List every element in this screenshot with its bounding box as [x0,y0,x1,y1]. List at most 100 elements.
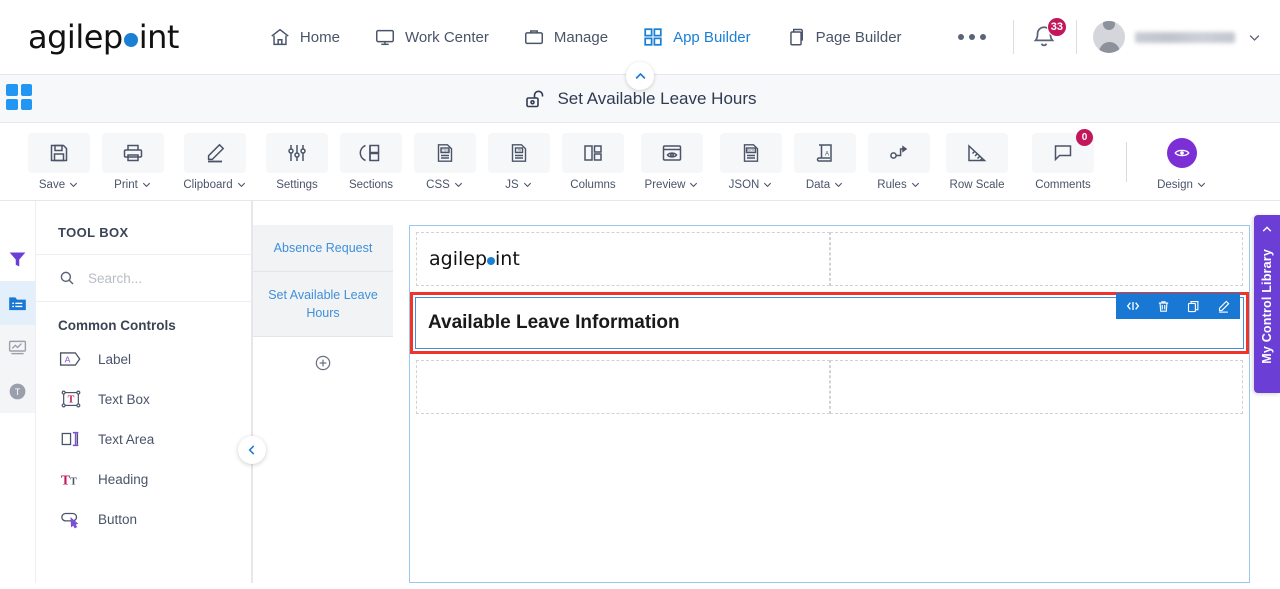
toolbar-label-columns: Columns [570,178,616,191]
svg-text:T: T [61,473,70,488]
svg-text:T: T [70,477,77,488]
my-control-library-tab[interactable]: My Control Library [1254,215,1280,393]
toolbar-label-json: JSON [728,178,760,191]
toolbar-label-preview: Preview [644,178,686,191]
collapse-toolbox-button[interactable] [238,436,266,464]
pages-icon [789,28,803,46]
app-grid-icon[interactable] [6,84,32,110]
heading-text: Available Leave Information [428,312,680,333]
toolbar-print-button[interactable]: Print [100,132,166,191]
toolbar-rules-button[interactable]: Rules [866,132,932,191]
chevron-down-icon [237,182,245,188]
search-input[interactable] [88,270,218,286]
page-tab-absence-request[interactable]: Absence Request [253,225,393,273]
toolbar-settings-button[interactable]: Settings [264,132,330,191]
pencil-icon [207,143,225,162]
toolbar-label-save: Save [38,178,66,191]
toolbox-item-text-box[interactable]: T Text Box [36,379,251,419]
page-tabs-list: Absence Request Set Available Leave Hour… [253,201,393,583]
toolbar-preview-button[interactable]: Preview [634,132,710,191]
folder-list-icon [9,296,26,310]
rail-item-text[interactable]: T [0,369,35,413]
canvas-cell-empty-1[interactable] [829,232,1243,286]
nav-item-manage[interactable]: Manage [523,26,608,48]
user-name-label [1135,31,1235,43]
form-canvas[interactable]: agilep int Available Leave Information [409,225,1250,583]
toolbox-title: TOOL BOX [36,201,251,255]
rail-item-charts[interactable] [0,325,35,369]
rail-item-toolbox[interactable] [0,281,35,325]
svg-text:A: A [65,354,71,364]
toolbar-row-scale-button[interactable]: Row Scale [940,132,1014,191]
move-handle-icon[interactable] [1118,293,1148,319]
nav-label-page-builder: Page Builder [815,28,902,46]
toolbox-item-label[interactable]: A Label [36,339,251,379]
collapse-header-button[interactable] [626,62,654,90]
app-builder-screen: agilep int Home Work Center Manage App B… [0,0,1280,589]
nav-item-work-center[interactable]: Work Center [374,26,489,48]
json-file-icon: JSON [743,143,759,162]
rules-flow-icon [890,144,908,159]
avatar[interactable] [1093,21,1125,53]
more-options-icon[interactable] [957,34,986,40]
nav-item-app-builder[interactable]: App Builder [642,26,751,48]
toolbox-search-row[interactable] [36,255,251,302]
canvas-cell-empty-3[interactable] [829,360,1243,414]
control-library-label: My Control Library [1260,248,1274,364]
toolbar-design-button[interactable]: Design [1149,133,1215,191]
toolbox-label-text-box: Text Box [98,391,150,407]
add-page-button[interactable] [253,353,393,373]
chevron-down-icon [911,182,919,188]
canvas-logo-part2: int [495,248,520,270]
canvas-cell-empty-2[interactable] [416,360,830,414]
edit-icon[interactable] [1208,293,1238,319]
rail-item-filter[interactable] [0,237,35,281]
duplicate-icon[interactable] [1178,293,1208,319]
canvas-row-logo[interactable]: agilep int [410,226,1249,292]
chevron-down-icon [70,182,78,188]
search-icon [60,271,74,285]
eye-window-icon [662,144,682,161]
toolbox-group-label: Common Controls [58,318,176,333]
css-file-icon: CSS [437,143,453,162]
nav-item-home[interactable]: Home [269,26,340,48]
chevron-down-icon [690,182,698,188]
selected-row-available-leave-information[interactable]: Available Leave Information [410,292,1249,354]
toolbar-label-comments: Comments [1035,178,1091,191]
canvas-logo-part1: agilep [429,248,488,270]
toolbox-label-heading: Heading [98,471,149,487]
toolbar-js-button[interactable]: JS JS [486,132,552,191]
toolbar-sections-button[interactable]: Sections [338,132,404,191]
logo-dot-icon [123,33,138,47]
toolbox-item-button[interactable]: Button [36,499,251,539]
row-action-toolbar [1116,293,1240,319]
toolbox-item-text-area[interactable]: Text Area [36,419,251,459]
notification-count-badge: 33 [1046,17,1067,37]
toolbar-data-button[interactable]: A Data [792,132,858,191]
chevron-down-icon[interactable] [1247,30,1262,45]
canvas-row-empty[interactable] [410,354,1249,420]
toolbar-columns-button[interactable]: Columns [560,132,626,191]
delete-icon[interactable] [1148,293,1178,319]
canvas-cell-logo[interactable]: agilep int [416,232,830,286]
main-nav-items: Home Work Center Manage App Builder Page… [269,26,986,48]
nav-item-page-builder[interactable]: Page Builder [785,26,902,48]
toolbar-comments-button[interactable]: 0 Comments [1022,128,1104,191]
toolbar-clipboard-button[interactable]: Clipboard [174,132,256,191]
svg-text:A: A [825,151,829,157]
js-file-icon: JS [511,143,527,162]
toolbar-json-button[interactable]: JSON JSON [718,132,784,191]
save-icon [50,144,68,161]
chevron-down-icon [764,182,772,188]
page-tab-set-available-leave-hours[interactable]: Set Available Leave Hours [253,272,393,338]
toolbox-item-heading[interactable]: T T Heading [36,459,251,499]
button-icon [61,512,79,529]
notifications-button[interactable]: 33 [1030,17,1067,52]
agilepoint-logo[interactable]: agilep int [28,18,179,56]
heading-icon: T T [61,473,77,488]
toolbar-save-button[interactable]: Save [26,132,92,191]
chevron-down-icon [835,182,843,188]
toolbox-label-button: Button [98,511,138,527]
toolbar-css-button[interactable]: CSS CSS [412,132,478,191]
toolbar-label-js: JS [505,178,519,191]
